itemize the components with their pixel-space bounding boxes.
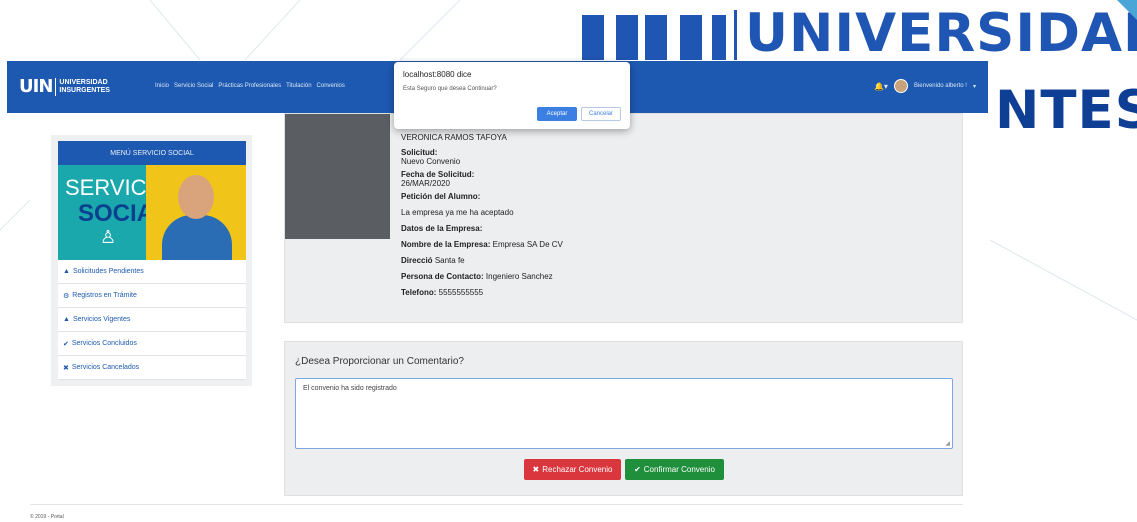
user-greeting[interactable]: Bienvenido alberto !: [914, 83, 967, 89]
illustration-head: [178, 175, 214, 219]
comment-text: El convenio ha sido registrado: [303, 385, 397, 392]
solicitud-value: Nuevo Convenio: [401, 157, 461, 166]
dialog-buttons: Aceptar Cancelar: [537, 107, 621, 121]
brand-words: UNIVERSIDAD INSURGENTES: [59, 79, 110, 95]
request-info: VERONICA RAMOS TAFOYA Solicitud: Nuevo C…: [401, 133, 563, 304]
cancel-button[interactable]: Cancelar: [581, 107, 621, 121]
sidebar-item-label: Servicios Cancelados: [71, 364, 140, 371]
student-illustration: [146, 165, 246, 260]
fecha-label: Fecha de Solicitud:: [401, 170, 475, 179]
times-icon: ✖: [532, 465, 540, 474]
empresa-label: Nombre de la Empresa:: [401, 240, 491, 249]
brand-line-2: INSURGENTES: [59, 86, 110, 94]
peticion-label: Petición del Alumno:: [401, 192, 481, 201]
reject-label: Rechazar Convenio: [542, 465, 613, 474]
peticion-value: La empresa ya me ha aceptado: [401, 208, 514, 217]
request-detail-panel: VERONICA RAMOS TAFOYA Solicitud: Nuevo C…: [284, 113, 963, 323]
check-icon: ✔: [63, 340, 69, 348]
servicio-social-banner: SERVICIO SOCIAL ♙: [58, 165, 246, 260]
chevron-down-icon[interactable]: ▾: [973, 83, 976, 90]
accept-button[interactable]: Aceptar: [537, 107, 577, 121]
brand-mark: UIN: [19, 76, 53, 97]
watermark-bar-4: [680, 15, 702, 60]
reject-convenio-button[interactable]: ✖ Rechazar Convenio: [524, 459, 621, 480]
nav-links: Inicio Servicio Social Prácticas Profesi…: [155, 83, 345, 89]
telefono-label: Telefono:: [401, 288, 437, 297]
resize-handle-icon[interactable]: ◢: [945, 440, 950, 447]
contacto-value: Ingeniero Sanchez: [485, 272, 553, 281]
sidebar-item-registros-en-tramite[interactable]: ⚙ Registros en Trámite: [58, 284, 246, 308]
graduation-cap-icon: ▲: [63, 316, 70, 323]
watermark-bar-2: [616, 15, 638, 60]
watermark-text-bottom: NTES: [995, 80, 1137, 141]
brand-separator: [55, 77, 57, 96]
direccion-label: Direcció: [401, 256, 433, 265]
nav-link-convenios[interactable]: Convenios: [317, 83, 345, 89]
watermark-bar-3: [645, 15, 667, 60]
nav-link-servicio-social[interactable]: Servicio Social: [174, 83, 213, 89]
dialog-message: Esta Seguro que desea Continuar?: [403, 86, 497, 92]
check-icon: ✔: [634, 465, 641, 474]
nav-link-practicas[interactable]: Prácticas Profesionales: [218, 83, 281, 89]
brand-line-1: UNIVERSIDAD: [59, 78, 108, 86]
sidebar-item-label: Servicios Vigentes: [72, 316, 131, 323]
datos-empresa-label: Datos de la Empresa:: [401, 224, 483, 233]
sidebar-item-solicitudes-pendientes[interactable]: ▲ Solicitudes Pendientes: [58, 260, 246, 284]
watermark-bar-5: [712, 15, 726, 60]
brand-logo[interactable]: UIN UNIVERSIDAD INSURGENTES: [19, 76, 110, 97]
person-icon: ♙: [100, 227, 117, 247]
telefono-value: 5555555555: [438, 288, 484, 297]
times-icon: ✖: [63, 364, 69, 372]
cogs-icon: ⚙: [63, 292, 70, 300]
sidebar-item-servicios-concluidos[interactable]: ✔ Servicios Concluidos: [58, 332, 246, 356]
contacto-label: Persona de Contacto:: [401, 272, 484, 281]
confirm-label: Confirmar Convenio: [643, 465, 715, 474]
student-name: VERONICA RAMOS TAFOYA: [401, 133, 507, 142]
confirm-convenio-button[interactable]: ✔ Confirmar Convenio: [625, 459, 724, 480]
sidebar-item-servicios-cancelados[interactable]: ✖ Servicios Cancelados: [58, 356, 246, 380]
nav-link-titulacion[interactable]: Titulación: [286, 83, 311, 89]
footer-copyright: © 2019 - Portal: [30, 514, 64, 520]
fecha-value: 26/MAR/2020: [401, 179, 450, 188]
dialog-title: localhost:8080 dice: [403, 70, 472, 79]
watermark-bar-1: [582, 15, 604, 60]
watermark-corner: [1117, 0, 1137, 20]
bell-icon[interactable]: 🔔▾: [874, 82, 888, 91]
sidebar: MENÚ SERVICIO SOCIAL SERVICIO SOCIAL ♙ ▲…: [51, 135, 252, 386]
warning-icon: ▲: [63, 268, 70, 275]
sidebar-header: MENÚ SERVICIO SOCIAL: [58, 141, 246, 165]
watermark-divider: [734, 10, 737, 60]
avatar[interactable]: [893, 79, 908, 93]
sidebar-item-label: Solicitudes Pendientes: [72, 268, 144, 275]
comment-title: ¿Desea Proporcionar un Comentario?: [295, 356, 464, 367]
confirm-dialog: localhost:8080 dice Esta Seguro que dese…: [394, 62, 630, 129]
student-photo: [285, 114, 390, 239]
direccion-value: Santa fe: [434, 256, 465, 265]
empresa-value: Empresa SA De CV: [492, 240, 563, 249]
footer-divider: [30, 504, 963, 505]
nav-user-area: 🔔▾ Bienvenido alberto ! ▾: [874, 79, 976, 93]
sidebar-item-servicios-vigentes[interactable]: ▲ Servicios Vigentes: [58, 308, 246, 332]
comment-panel: ¿Desea Proporcionar un Comentario? El co…: [284, 341, 963, 496]
nav-link-inicio[interactable]: Inicio: [155, 83, 169, 89]
sidebar-menu: ▲ Solicitudes Pendientes ⚙ Registros en …: [58, 260, 246, 380]
sidebar-item-label: Registros en Trámite: [72, 292, 137, 299]
solicitud-label: Solicitud:: [401, 148, 438, 157]
comment-textarea[interactable]: El convenio ha sido registrado ◢: [295, 378, 953, 449]
sidebar-item-label: Servicios Concluidos: [71, 340, 137, 347]
watermark-text-top: UNIVERSIDAD: [745, 3, 1137, 64]
illustration-body: [162, 215, 232, 260]
